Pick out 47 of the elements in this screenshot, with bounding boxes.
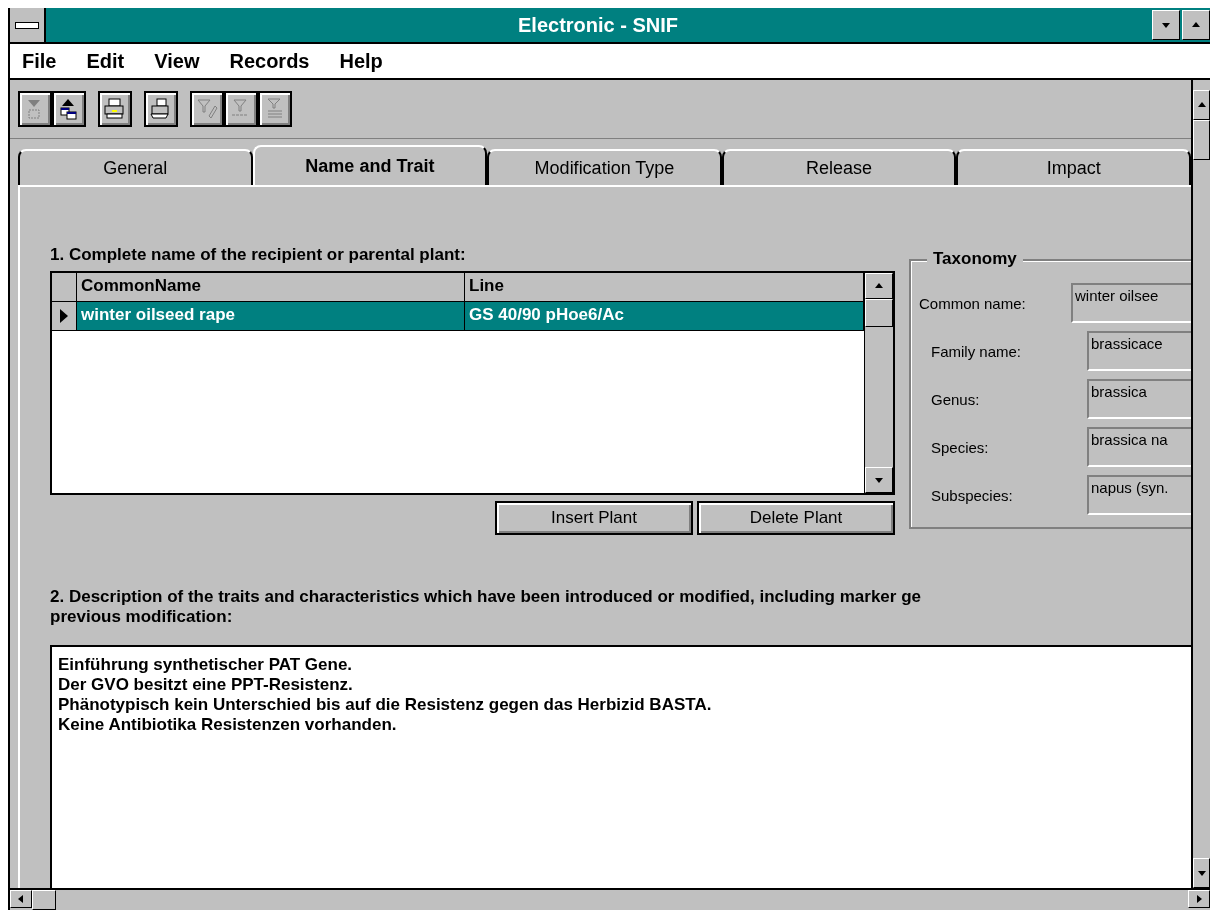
column-header[interactable]: CommonName bbox=[77, 273, 465, 301]
window-title: Electronic - SNIF bbox=[517, 13, 679, 37]
table-cell[interactable]: GS 40/90 pHoe6/Ac bbox=[465, 302, 864, 330]
tab[interactable]: Release bbox=[721, 149, 957, 185]
push-button[interactable]: Delete Plant bbox=[697, 501, 895, 535]
filter-pencil-icon bbox=[196, 98, 218, 120]
field-label: Species: bbox=[930, 438, 990, 456]
toolbar-button[interactable] bbox=[144, 91, 178, 127]
tab[interactable]: General bbox=[18, 149, 253, 185]
field-label: Genus: bbox=[930, 390, 981, 408]
tab[interactable]: Impact bbox=[956, 149, 1191, 185]
printer-icon bbox=[104, 98, 126, 120]
toolbar-button[interactable] bbox=[98, 91, 132, 127]
section-label: 1. Complete name of the recipient or parental plant: bbox=[50, 245, 466, 265]
readonly-field[interactable]: winter oilsee bbox=[1071, 283, 1191, 323]
tab[interactable]: Modification Type bbox=[487, 149, 722, 185]
field-label: Family name: bbox=[930, 342, 1023, 360]
push-button[interactable]: Insert Plant bbox=[495, 501, 693, 535]
menu-item[interactable]: File bbox=[22, 49, 57, 73]
menu-item[interactable]: Help bbox=[339, 49, 383, 73]
group-title: Taxonomy bbox=[927, 249, 1023, 269]
menu-item[interactable]: Records bbox=[229, 49, 310, 73]
maximize-button[interactable] bbox=[1182, 10, 1210, 40]
field-label: Subspecies: bbox=[930, 486, 1014, 504]
system-menu-button[interactable] bbox=[10, 8, 46, 42]
windows-arrow-icon bbox=[58, 98, 80, 120]
window-scrollbar[interactable] bbox=[1191, 80, 1210, 888]
scrollbar-thumb[interactable] bbox=[1193, 120, 1210, 160]
field-label: Common name: bbox=[919, 294, 1027, 312]
menu-item[interactable]: View bbox=[154, 49, 200, 73]
minimize-button[interactable] bbox=[1152, 10, 1180, 40]
readonly-field[interactable]: brassica bbox=[1087, 379, 1191, 419]
menu-item[interactable]: Edit bbox=[86, 49, 125, 73]
toolbar-button[interactable] bbox=[52, 91, 86, 127]
readonly-field[interactable]: brassicace bbox=[1087, 331, 1191, 371]
row-pointer-icon bbox=[59, 308, 69, 324]
horizontal-scrollbar[interactable] bbox=[10, 888, 1210, 910]
tab[interactable]: Name and Trait bbox=[252, 145, 488, 185]
scrollbar-thumb[interactable] bbox=[865, 299, 893, 327]
readonly-field[interactable]: brassica na bbox=[1087, 427, 1191, 467]
scrollbar[interactable] bbox=[864, 273, 893, 493]
section-label: previous modification: bbox=[50, 607, 234, 627]
description-field[interactable]: Einführung synthetischer PAT Gene. Der GVO besitzt eine PPT-Resistenz. Phänotypisch kein Unterschied bis auf die Resistenz gegen das Herbizid BASTA. Keine Antibiotika Resistenzen vorhanden. bbox=[50, 645, 1191, 888]
section-label: 2. Description of the traits and characteristics which have been introduced or modified, including marker ge bbox=[50, 587, 922, 607]
table-cell[interactable]: winter oilseed rape bbox=[77, 302, 465, 330]
printer-setup-icon bbox=[150, 98, 172, 120]
readonly-field[interactable]: napus (syn. bbox=[1087, 475, 1191, 515]
